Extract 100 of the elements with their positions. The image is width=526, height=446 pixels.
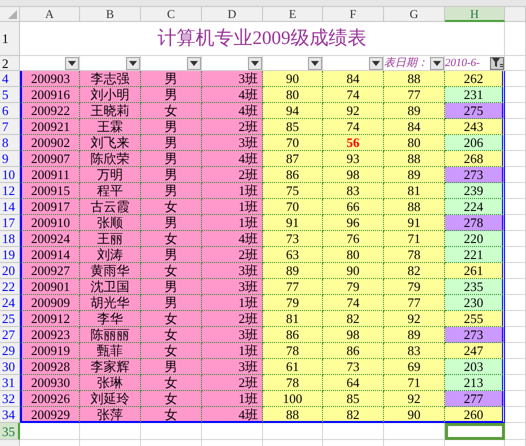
table-cell: 200924 [20,231,80,247]
row-header[interactable]: 19 [0,247,20,263]
column-header[interactable]: F [323,7,384,22]
filter-dropdown-button[interactable] [65,56,79,70]
dropdown-arrow-icon [311,60,319,66]
row-header[interactable]: 14 [0,199,20,215]
row-header[interactable]: 18 [0,231,20,247]
table-cell: 王霖 [80,119,141,135]
table-cell: 200930 [20,375,80,391]
table-cell: 200911 [20,167,80,183]
filter-dropdown-button[interactable] [308,56,322,70]
row-header[interactable]: 24 [0,295,20,311]
table-cell: 陈欣荣 [80,151,141,167]
table-cell: 90 [384,407,445,423]
table-cell: 200907 [20,151,80,167]
filter-dropdown-button[interactable] [187,56,201,70]
table-cell: 陈丽丽 [80,327,141,343]
table-cell: 4班 [202,151,263,167]
table-cell: 88 [384,199,445,215]
table-cell: 1班 [202,295,263,311]
table-cell: 79 [384,279,445,295]
table-cell: 77 [384,87,445,103]
dropdown-arrow-icon [251,60,259,66]
column-header[interactable]: G [384,7,445,22]
row-header[interactable]: 12 [0,183,20,199]
filter-dropdown-button[interactable] [369,56,383,70]
row-header[interactable]: 22 [0,279,20,295]
row-header[interactable]: 7 [0,119,20,135]
table-cell: 2班 [202,167,263,183]
dropdown-arrow-icon [129,60,137,66]
row-header[interactable]: 35 [0,423,20,440]
table-cell: 221 [445,247,505,263]
row-header[interactable]: 4 [0,71,20,87]
row-header[interactable]: 17 [0,215,20,231]
table-cell: 3班 [202,359,263,375]
table-cell: 女 [141,407,202,423]
table-cell: 98 [323,327,384,343]
table-cell: 胡光华 [80,295,141,311]
table-cell: 76 [323,231,384,247]
row-header[interactable]: 2 [0,56,20,71]
table-cell: 2班 [202,311,263,327]
table-cell: 83 [323,183,384,199]
table-cell: 200902 [20,135,80,151]
dropdown-arrow-icon [372,60,380,66]
table-cell: 243 [445,119,505,135]
row-header[interactable]: 31 [0,375,20,391]
row-header[interactable]: 20 [0,263,20,279]
table-cell: 268 [445,151,505,167]
table-cell: 66 [323,199,384,215]
filter-dropdown-button[interactable] [126,56,140,70]
table-cell: 张萍 [80,407,141,423]
row-header[interactable]: 8 [0,135,20,151]
table-cell: 82 [384,263,445,279]
table-cell: 1班 [202,183,263,199]
dropdown-arrow-icon [433,60,441,66]
row-header[interactable]: 10 [0,167,20,183]
table-cell: 200912 [20,311,80,327]
table-cell: 91 [384,215,445,231]
row-header[interactable]: 25 [0,311,20,327]
table-cell: 200921 [20,119,80,135]
row-header[interactable]: 32 [0,391,20,407]
table-cell: 220 [445,231,505,247]
table-cell: 224 [445,199,505,215]
row-header[interactable]: 29 [0,343,20,359]
column-header[interactable]: A [20,7,80,22]
column-header[interactable]: H [445,7,505,22]
row-header[interactable]: 30 [0,359,20,375]
row-header[interactable]: 9 [0,151,20,167]
table-cell: 73 [263,231,323,247]
filter-active-button[interactable] [490,56,504,70]
table-cell: 女 [141,391,202,407]
row-header[interactable]: 1 [0,22,20,56]
table-cell: 200917 [20,199,80,215]
row-header[interactable]: 27 [0,327,20,343]
table-cell: 261 [445,263,505,279]
row-header[interactable]: 5 [0,87,20,103]
table-cell: 女 [141,311,202,327]
column-header[interactable]: D [202,7,263,22]
table-cell: 206 [445,135,505,151]
table-cell: 86 [263,167,323,183]
filter-dropdown-button[interactable] [430,56,444,70]
table-cell: 200901 [20,279,80,295]
column-header[interactable]: B [80,7,141,22]
table-cell: 2班 [202,247,263,263]
column-header[interactable]: C [141,7,202,22]
table-cell: 200926 [20,391,80,407]
table-cell: 1班 [202,343,263,359]
selected-cell[interactable] [445,423,505,440]
row-header[interactable]: 34 [0,407,20,423]
row-header[interactable]: 6 [0,103,20,119]
table-cell: 沈卫国 [80,279,141,295]
sheet-title: 计算机专业2009级成绩表 [20,22,505,56]
table-cell: 万明 [80,167,141,183]
table-cell: 女 [141,231,202,247]
table-cell: 92 [323,103,384,119]
table-cell: 88 [263,407,323,423]
filter-dropdown-button[interactable] [248,56,262,70]
column-header[interactable]: E [263,7,323,22]
table-cell: 男 [141,183,202,199]
table-cell: 96 [323,215,384,231]
